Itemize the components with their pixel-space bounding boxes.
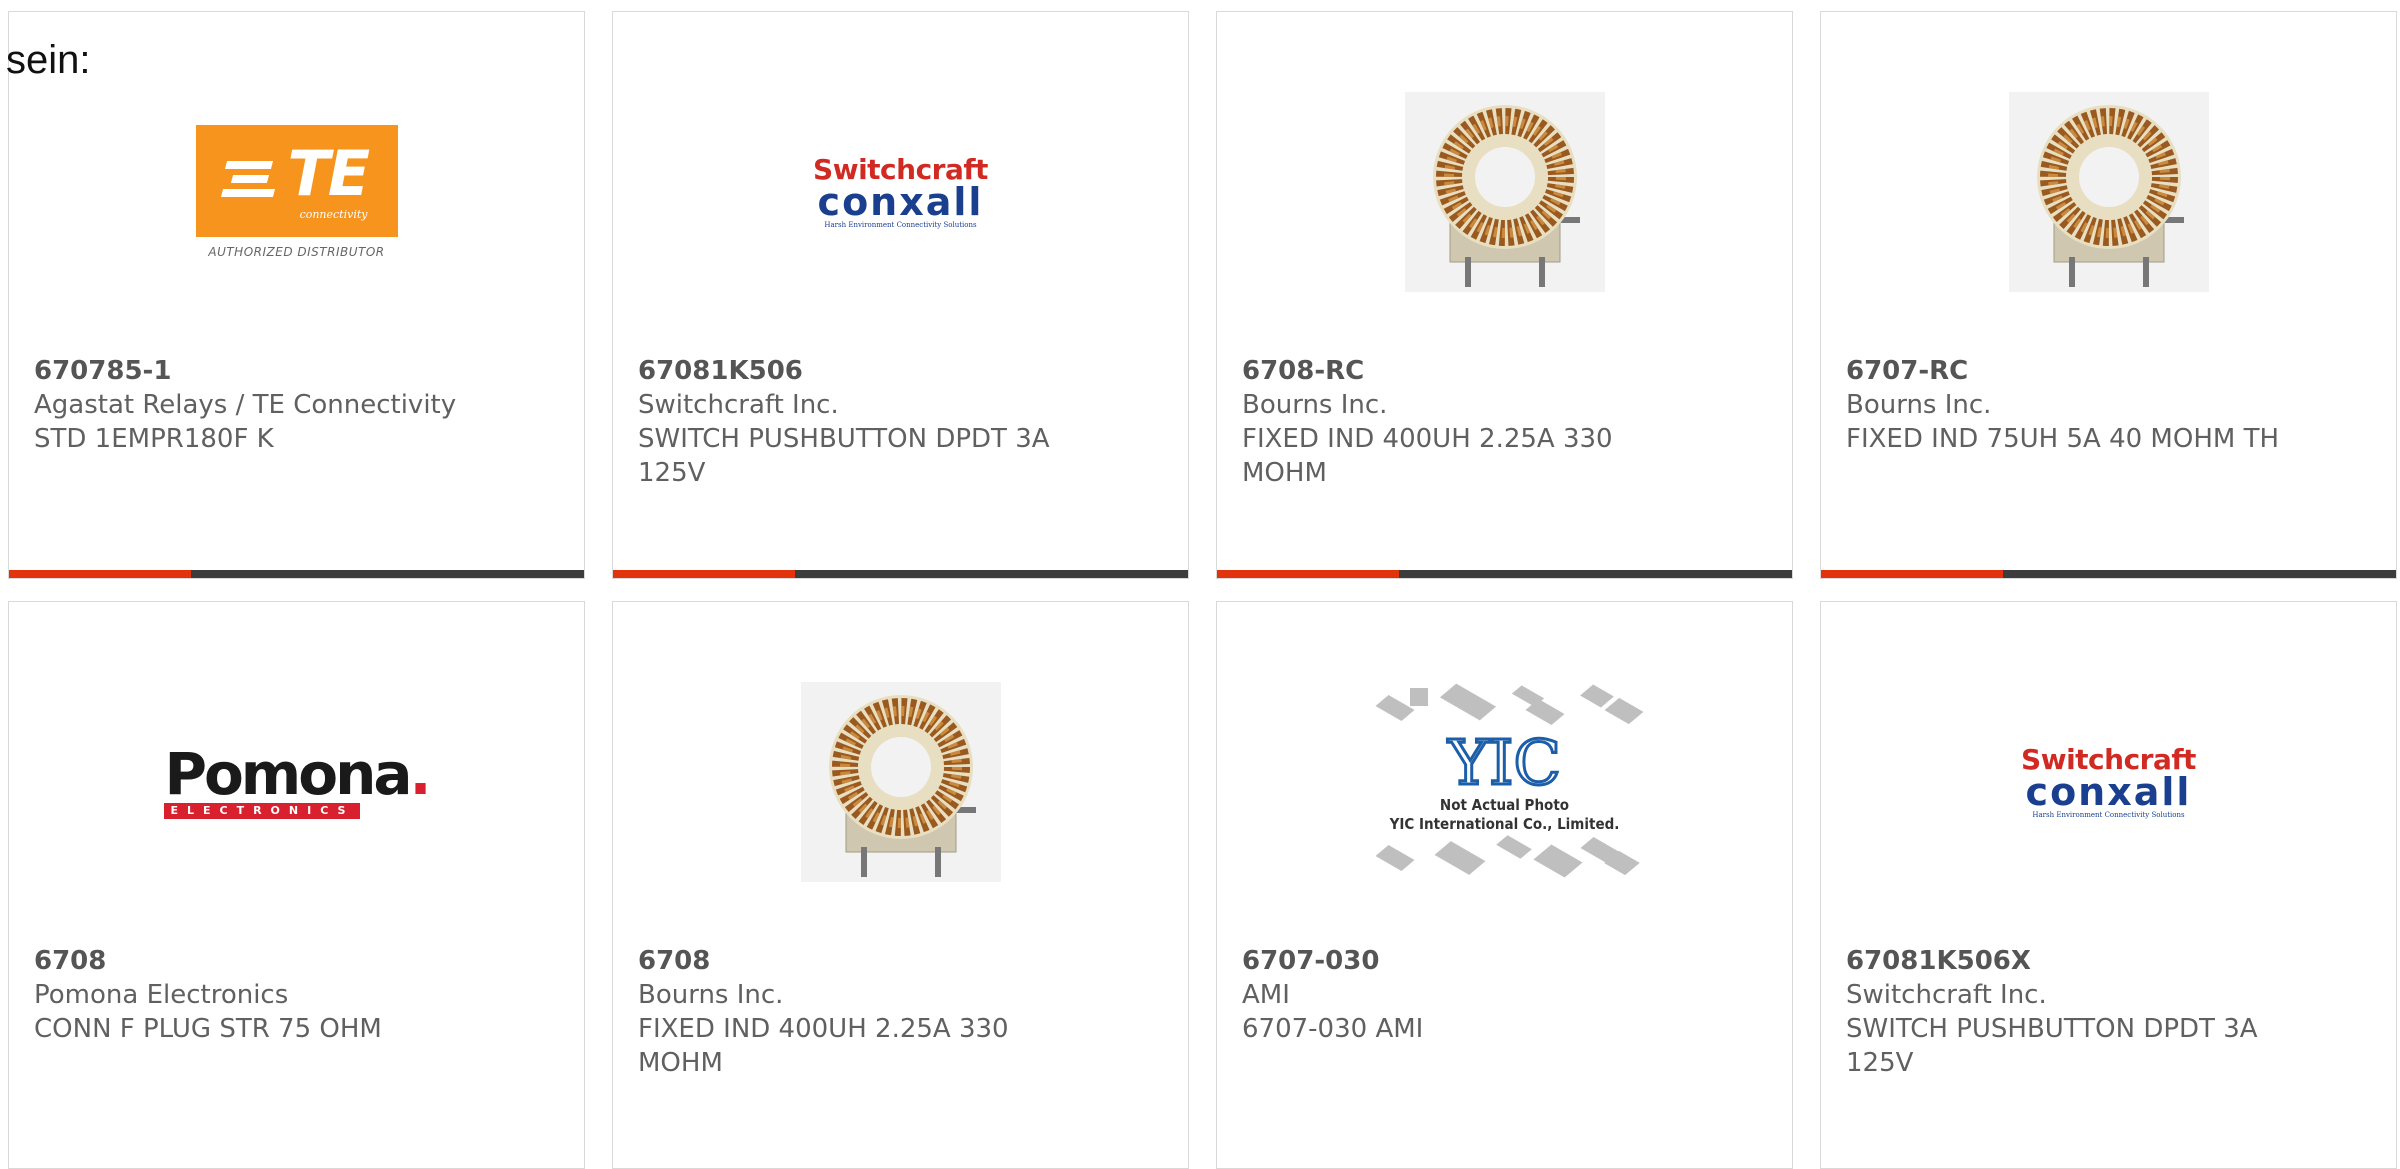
- yic-logo: YIC: [1447, 726, 1563, 799]
- description: STD 1EMPR180F K: [34, 424, 274, 454]
- part-number-link[interactable]: 67081K506: [638, 354, 1088, 388]
- product-card[interactable]: 6708 Bourns Inc. FIXED IND 400UH 2.25A 3…: [612, 601, 1189, 1169]
- part-number-link[interactable]: 6708: [34, 944, 484, 978]
- product-image[interactable]: TE connectivity AUTHORIZED DISTRIBUTOR: [9, 67, 584, 317]
- card-bottom-bar: [1217, 570, 1792, 578]
- product-image[interactable]: [613, 657, 1188, 907]
- part-number-link[interactable]: 6708-RC: [1242, 354, 1692, 388]
- switchcraft-logo: Switchcraft conxall Harsh Environment Co…: [2021, 743, 2196, 820]
- product-card[interactable]: 6707-RC Bourns Inc. FIXED IND 75UH 5A 40…: [1820, 11, 2397, 579]
- product-image[interactable]: Switchcraft conxall Harsh Environment Co…: [1821, 657, 2396, 907]
- description: SWITCH PUSHBUTTON DPDT 3A 125V: [1846, 1014, 2258, 1078]
- pomona-logo: Pomona. ELECTRONICS: [164, 740, 432, 819]
- card-accent-bar: [613, 570, 795, 578]
- product-card[interactable]: 6708-RC Bourns Inc. FIXED IND 400UH 2.25…: [1216, 11, 1793, 579]
- toroid-inductor-image: [800, 682, 1001, 882]
- product-card[interactable]: Switchcraft conxall Harsh Environment Co…: [612, 11, 1189, 579]
- description: FIXED IND 75UH 5A 40 MOHM TH: [1846, 424, 2279, 454]
- manufacturer: Switchcraft Inc.: [1846, 980, 2047, 1010]
- product-image[interactable]: Switchcraft conxall Harsh Environment Co…: [613, 67, 1188, 317]
- manufacturer: Bourns Inc.: [638, 980, 784, 1010]
- part-number-link[interactable]: 67081K506X: [1846, 944, 2296, 978]
- manufacturer: Bourns Inc.: [1242, 390, 1388, 420]
- card-accent-bar: [1217, 570, 1399, 578]
- card-accent-bar: [1821, 570, 2003, 578]
- manufacturer: Switchcraft Inc.: [638, 390, 839, 420]
- product-image[interactable]: Pomona. ELECTRONICS: [9, 657, 584, 907]
- card-bottom-bar: [9, 570, 584, 578]
- product-card[interactable]: Pomona. ELECTRONICS 6708 Pomona Electron…: [8, 601, 585, 1169]
- part-number-link[interactable]: 670785-1: [34, 354, 484, 388]
- card-bottom-bar: [613, 570, 1188, 578]
- description: FIXED IND 400UH 2.25A 330 MOHM: [638, 1014, 1009, 1078]
- product-image[interactable]: [1821, 67, 2396, 317]
- product-card[interactable]: YIC Not Actual Photo YIC International C…: [1216, 601, 1793, 1169]
- product-grid: TE connectivity AUTHORIZED DISTRIBUTOR 6…: [8, 11, 2397, 1169]
- card-accent-bar: [9, 570, 191, 578]
- te-connectivity-logo: TE connectivity AUTHORIZED DISTRIBUTOR: [195, 125, 399, 259]
- manufacturer: Bourns Inc.: [1846, 390, 1992, 420]
- toroid-inductor-image: [1404, 92, 1605, 292]
- part-number-link[interactable]: 6707-RC: [1846, 354, 2296, 388]
- toroid-inductor-image: [2008, 92, 2209, 292]
- description: CONN F PLUG STR 75 OHM: [34, 1014, 382, 1044]
- part-number-link[interactable]: 6707-030: [1242, 944, 1692, 978]
- description: SWITCH PUSHBUTTON DPDT 3A 125V: [638, 424, 1050, 488]
- card-bottom-bar: [1821, 570, 2396, 578]
- product-card[interactable]: Switchcraft conxall Harsh Environment Co…: [1820, 601, 2397, 1169]
- part-number-link[interactable]: 6708: [638, 944, 1088, 978]
- manufacturer: Pomona Electronics: [34, 980, 289, 1010]
- product-image[interactable]: YIC Not Actual Photo YIC International C…: [1217, 657, 1792, 907]
- description: FIXED IND 400UH 2.25A 330 MOHM: [1242, 424, 1613, 488]
- description: 6707-030 AMI: [1242, 1014, 1424, 1044]
- product-image[interactable]: [1217, 67, 1792, 317]
- switchcraft-logo: Switchcraft conxall Harsh Environment Co…: [813, 153, 988, 230]
- manufacturer: AMI: [1242, 980, 1290, 1010]
- product-card[interactable]: TE connectivity AUTHORIZED DISTRIBUTOR 6…: [8, 11, 585, 579]
- manufacturer: Agastat Relays / TE Connectivity: [34, 390, 457, 420]
- intro-text: sein:: [6, 38, 91, 82]
- yic-placeholder-image: YIC Not Actual Photo YIC International C…: [1370, 682, 1643, 882]
